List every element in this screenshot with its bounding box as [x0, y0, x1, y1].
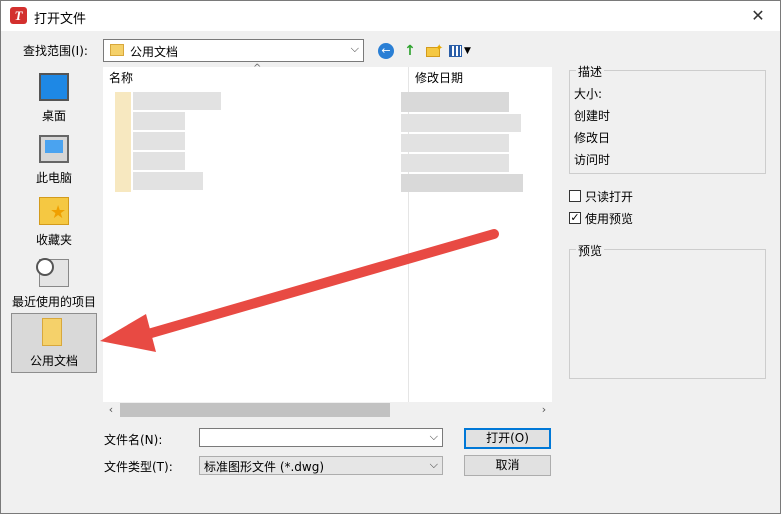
arrow-shaft: [143, 229, 499, 339]
arrow-head: [100, 314, 156, 352]
annotation-arrow: [100, 229, 499, 352]
